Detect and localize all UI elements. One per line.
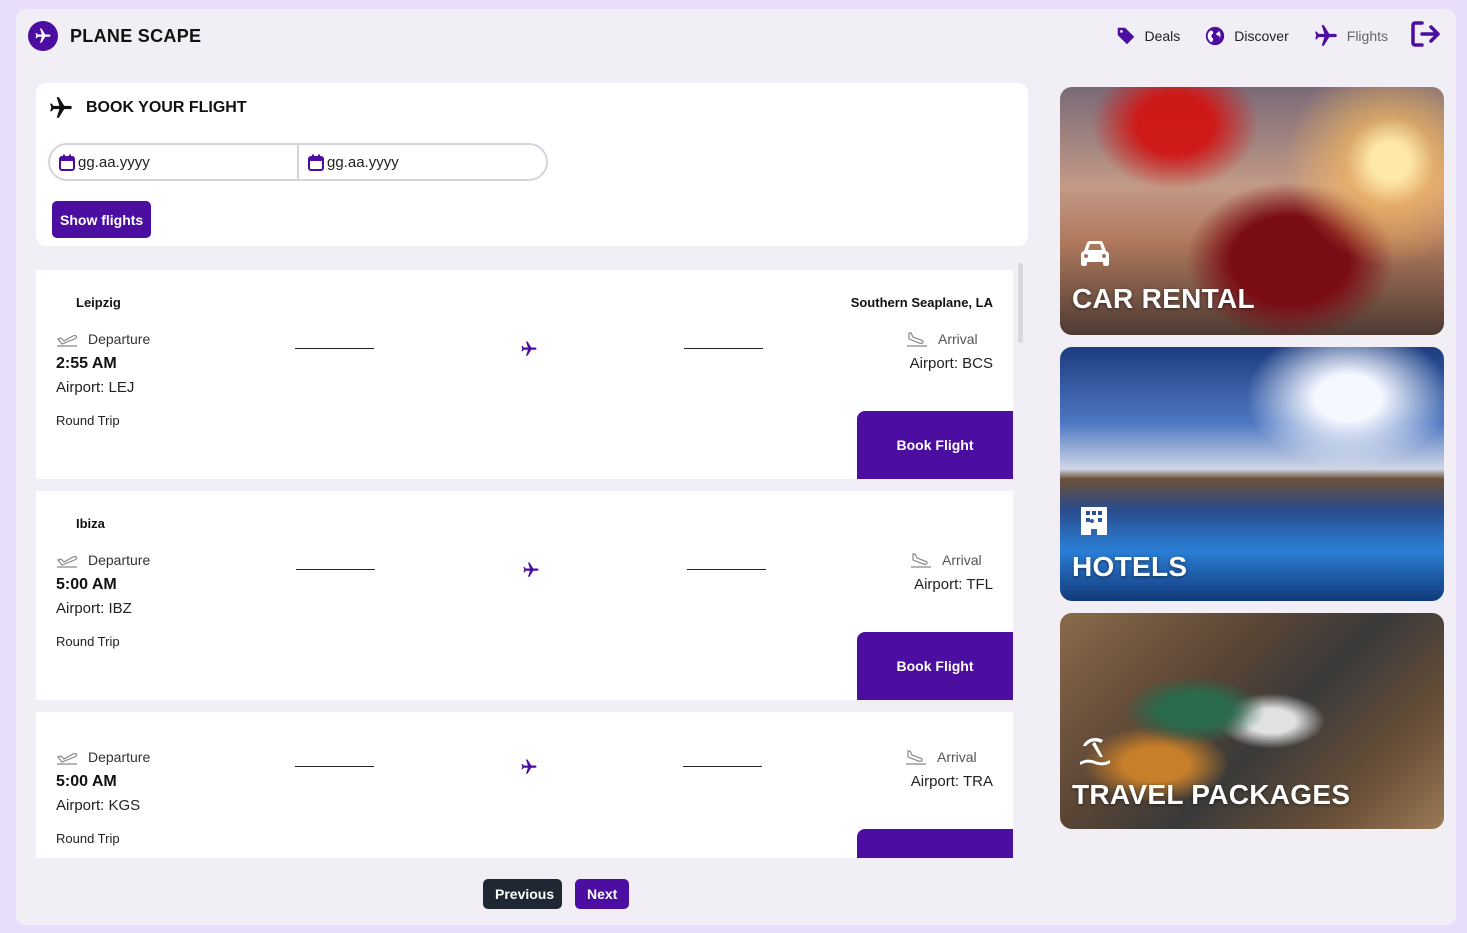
hotels-label: HOTELS xyxy=(1072,551,1188,582)
brand-name: PLANE SCAPE xyxy=(70,25,202,46)
departure-date-input[interactable] xyxy=(78,153,278,171)
departure-row: Departure xyxy=(56,749,150,765)
tag-icon xyxy=(1117,27,1134,45)
takeoff-icon xyxy=(56,334,78,347)
plane-icon xyxy=(521,759,537,774)
top-nav: Deals Discover Flights xyxy=(1091,20,1443,53)
nav-flights[interactable]: Flights xyxy=(1313,23,1388,49)
to-city: Southern Seaplane, LA xyxy=(850,295,993,310)
calendar-icon xyxy=(59,154,75,171)
route-line xyxy=(683,766,762,767)
brand[interactable]: PLANE SCAPE xyxy=(28,21,201,51)
landing-icon xyxy=(906,750,926,765)
landing-icon xyxy=(907,332,927,347)
departure-airport: Airport: LEJ xyxy=(56,379,135,396)
nav-flights-label: Flights xyxy=(1346,28,1388,44)
departure-airport: Airport: IBZ xyxy=(56,600,132,617)
car-rental-label: CAR RENTAL xyxy=(1072,283,1255,314)
plane-icon xyxy=(523,562,539,577)
arrival-airport: Airport: TFL xyxy=(914,576,993,593)
book-flight-button[interactable]: Book Flight xyxy=(857,632,1013,700)
globe-icon xyxy=(1206,26,1225,46)
route-line xyxy=(295,766,374,767)
flight-card: Leipzig Southern Seaplane, LA Departure … xyxy=(36,270,1013,479)
arrival-label: Arrival xyxy=(938,331,978,347)
takeoff-icon xyxy=(56,752,78,765)
hotel-icon xyxy=(1081,507,1107,535)
arrival-label: Arrival xyxy=(937,749,977,765)
plane-icon xyxy=(521,341,537,356)
next-button[interactable]: Next xyxy=(575,879,629,909)
arrival-row: Arrival xyxy=(905,749,977,765)
book-flight-button[interactable]: Book Flight xyxy=(857,829,1013,858)
departure-date-field[interactable] xyxy=(50,145,297,179)
arrival-airport: Airport: TRA xyxy=(910,773,993,790)
calendar-icon xyxy=(308,154,324,171)
return-date-field[interactable] xyxy=(297,145,546,179)
flight-list: Leipzig Southern Seaplane, LA Departure … xyxy=(36,270,1013,858)
nav-discover-label: Discover xyxy=(1234,28,1289,44)
flight-card: Ibiza Departure 5:00 AM Airport: IBZ Rou… xyxy=(36,491,1013,700)
nav-deals-label: Deals xyxy=(1144,28,1181,44)
departure-label: Departure xyxy=(88,749,151,765)
arrival-row: Arrival xyxy=(906,331,978,347)
arrival-row: Arrival xyxy=(910,552,982,568)
departure-time: 5:00 AM xyxy=(56,576,117,593)
previous-button[interactable]: Previous xyxy=(483,879,562,909)
return-date-input[interactable] xyxy=(327,153,527,171)
beach-umbrella-icon xyxy=(1080,738,1110,766)
logout-button[interactable] xyxy=(1410,20,1442,53)
from-city: Leipzig xyxy=(76,295,121,310)
travel-packages-label: TRAVEL PACKAGES xyxy=(1072,779,1351,810)
plane-logo-icon xyxy=(28,21,58,51)
takeoff-icon xyxy=(56,555,78,568)
trip-type: Round Trip xyxy=(56,831,120,846)
book-flight-button[interactable]: Book Flight xyxy=(857,411,1013,479)
date-range xyxy=(48,143,548,181)
arrival-airport: Airport: BCS xyxy=(909,355,993,372)
show-flights-button[interactable]: Show flights xyxy=(52,201,152,238)
departure-time: 5:00 AM xyxy=(56,773,117,790)
trip-type: Round Trip xyxy=(56,413,120,428)
departure-time: 2:55 AM xyxy=(56,355,117,372)
travel-packages-tile[interactable]: TRAVEL PACKAGES xyxy=(1060,613,1444,829)
nav-discover[interactable]: Discover xyxy=(1204,25,1289,47)
plane-icon xyxy=(1314,25,1337,46)
departure-row: Departure xyxy=(56,331,150,347)
from-city: Ibiza xyxy=(76,516,105,531)
pagination: Previous Next xyxy=(483,879,629,909)
route-line xyxy=(684,348,763,349)
car-icon xyxy=(1081,241,1109,266)
nav-deals[interactable]: Deals xyxy=(1115,25,1181,47)
logout-icon xyxy=(1411,20,1440,47)
trip-type: Round Trip xyxy=(56,634,120,649)
arrival-label: Arrival xyxy=(942,552,982,568)
route-line xyxy=(295,348,374,349)
book-flight-panel: BOOK YOUR FLIGHT Show flights xyxy=(36,83,1028,246)
departure-airport: Airport: KGS xyxy=(56,797,141,814)
route-line xyxy=(296,569,375,570)
book-flight-heading: BOOK YOUR FLIGHT xyxy=(48,95,247,121)
route-line xyxy=(687,569,766,570)
app-window: PLANE SCAPE Deals Discover Flights BOOK … xyxy=(16,9,1456,925)
hotels-tile[interactable]: HOTELS xyxy=(1060,347,1444,601)
plane-icon xyxy=(50,97,72,118)
flight-list-scrollbar[interactable] xyxy=(1018,263,1023,343)
book-flight-title: BOOK YOUR FLIGHT xyxy=(86,99,247,116)
departure-row: Departure xyxy=(56,552,150,568)
departure-label: Departure xyxy=(88,331,151,347)
landing-icon xyxy=(911,553,931,568)
departure-label: Departure xyxy=(88,552,151,568)
car-rental-tile[interactable]: CAR RENTAL xyxy=(1060,87,1444,335)
flight-card: Departure 5:00 AM Airport: KGS Round Tri… xyxy=(36,712,1013,858)
